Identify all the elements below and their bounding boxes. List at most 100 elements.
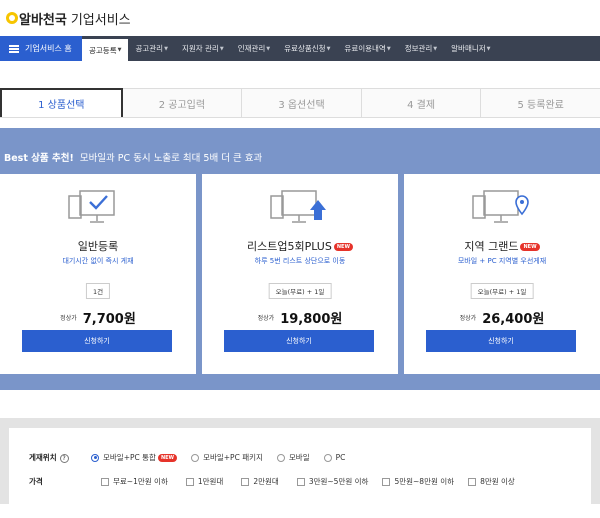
radio-selected-icon [91, 453, 99, 462]
nav-item-paid-apply[interactable]: 유료상품신청 ▼ [277, 36, 337, 61]
caret-down-icon: ▼ [117, 47, 122, 53]
brand-name: 알바천국 [19, 12, 67, 28]
position-option-mobile[interactable]: 모바일 [276, 452, 310, 463]
nav-item-info-manage[interactable]: 정보관리 ▼ [398, 36, 444, 61]
nav-item-alba-manager[interactable]: 알바매니저 ▼ [444, 36, 497, 61]
product-desc: 모바일 + PC 지역별 우선게재 [457, 257, 547, 265]
check-monitor-icon [68, 190, 115, 223]
logo-icon [6, 12, 18, 24]
position-row: 게재위치? 모바일+PC 통합 NEW 모바일+PC 패키지 모바일 PC [9, 452, 345, 463]
step-product-select[interactable]: 1 상품선택 [0, 88, 123, 117]
checkbox-icon [185, 477, 194, 486]
promo-headline: Best 상품 추천! 모바일과 PC 동시 노출로 최대 5배 더 큰 효과 [4, 150, 262, 164]
upload-monitor-icon [270, 190, 326, 223]
nav-label: 인재관리 [237, 44, 266, 53]
hamburger-icon [9, 44, 19, 53]
nav-label: 공고관리 [135, 44, 164, 53]
header: 알바천국 기업서비스 [0, 0, 600, 36]
price-value: 19,800원 [280, 312, 343, 327]
checkbox-icon [382, 477, 391, 486]
price-option-80k-plus[interactable]: 8만원 이상 [468, 476, 515, 487]
product-title: 지역 그랜드 NEW [404, 238, 600, 254]
nav-item-paid-history[interactable]: 유료이용내역 ▼ [337, 36, 397, 61]
product-price: 정상가 26,400원 [404, 307, 600, 327]
product-card-region: 지역 그랜드 NEW 모바일 + PC 지역별 우선게재 오늘(무료) + 1일 … [404, 174, 600, 374]
caret-down-icon: ▼ [486, 45, 491, 52]
caret-down-icon: ▼ [433, 45, 438, 52]
position-label: 게재위치? [9, 452, 73, 463]
nav-label: 정보관리 [404, 44, 433, 53]
checkbox-icon [241, 477, 250, 486]
price-option-30-50k[interactable]: 3만원~5만원 이하 [296, 476, 368, 487]
position-option-integrated[interactable]: 모바일+PC 통합 NEW [91, 452, 178, 463]
logo[interactable]: 알바천국 기업서비스 [6, 9, 131, 28]
period-select[interactable]: 오늘(무료) + 1일 [470, 283, 534, 299]
radio-icon [276, 453, 285, 462]
price-option-free-10k[interactable]: 무료~1만원 이하 [101, 476, 168, 487]
checkbox-icon [296, 477, 305, 486]
product-price: 정상가 7,700원 [0, 307, 196, 327]
filter-panel: 게재위치? 모바일+PC 통합 NEW 모바일+PC 패키지 모바일 PC 가격 … [9, 428, 591, 518]
nav-label: 유료이용내역 [344, 44, 386, 53]
checkbox-icon [101, 477, 109, 486]
apply-button[interactable]: 신청하기 [426, 330, 576, 352]
service-name: 기업서비스 [70, 12, 131, 28]
product-title: 일반등록 [77, 240, 119, 253]
nav-home-label: 기업서비스 홈 [25, 44, 72, 53]
step-option-select: 3 옵션선택 [242, 88, 362, 117]
position-option-package[interactable]: 모바일+PC 패키지 [191, 452, 263, 463]
apply-button[interactable]: 신청하기 [22, 330, 172, 352]
nav-item-applicants[interactable]: 지원자 관리 ▼ [175, 36, 231, 61]
filter-section: 게재위치? 모바일+PC 통합 NEW 모바일+PC 패키지 모바일 PC 가격 … [0, 418, 600, 518]
new-badge: NEW [520, 243, 540, 251]
radio-icon [191, 453, 200, 462]
price-option-10k[interactable]: 1만원대 [185, 476, 223, 487]
position-option-pc[interactable]: PC [323, 453, 345, 462]
nav-home-button[interactable]: 기업서비스 홈 [0, 36, 82, 61]
new-badge: NEW [157, 453, 178, 462]
period-select[interactable]: 오늘(무료) + 1일 [268, 283, 332, 299]
price-option-50-80k[interactable]: 5만원~8만원 이하 [382, 476, 454, 487]
price-value: 26,400원 [482, 312, 545, 327]
price-label: 정상가 [257, 315, 275, 322]
price-option-20k[interactable]: 2만원대 [241, 476, 279, 487]
help-icon[interactable]: ? [59, 454, 69, 463]
step-payment: 4 결제 [361, 88, 482, 117]
nav-label: 공고등록 [89, 45, 117, 55]
nav-label: 알바매니저 [451, 44, 486, 53]
best-product-panel: Best 상품 추천! 모바일과 PC 동시 노출로 최대 5배 더 큰 효과 … [0, 128, 600, 390]
caret-down-icon: ▼ [266, 45, 271, 52]
location-monitor-icon [472, 190, 529, 223]
price-label: 정상가 [459, 315, 477, 322]
apply-button[interactable]: 신청하기 [224, 330, 374, 352]
price-filter-label: 가격 [29, 477, 43, 486]
radio-icon [323, 453, 332, 462]
new-badge: NEW [333, 243, 353, 251]
product-title: 리스트업5회PLUS NEW [202, 238, 398, 254]
caret-down-icon: ▼ [219, 45, 224, 52]
promo-head-bold: Best 상품 추천! [4, 153, 74, 164]
product-price: 정상가 19,800원 [202, 307, 398, 327]
main-nav: 기업서비스 홈 공고등록 ▼ 공고관리 ▼ 지원자 관리 ▼ 인재관리 ▼ 유료상품신청… [0, 36, 600, 61]
nav-label: 유료상품신청 [284, 44, 326, 53]
step-complete: 5 등록완료 [481, 88, 600, 117]
product-card-listup: 리스트업5회PLUS NEW 하루 5번 리스트 상단으로 이동 오늘(무료) +… [202, 174, 398, 374]
step-post-input: 2 공고입력 [122, 88, 243, 117]
price-label: 정상가 [60, 315, 77, 322]
nav-item-job-post[interactable]: 공고등록 ▼ [82, 39, 129, 61]
price-value: 7,700원 [82, 312, 136, 327]
step-tabs: 1 상품선택 2 공고입력 3 옵션선택 4 결제 5 등록완료 [0, 88, 600, 118]
promo-head-text: 모바일과 PC 동시 노출로 최대 5배 더 큰 효과 [79, 153, 263, 164]
period-select[interactable]: 1건 [85, 283, 111, 299]
product-card-basic: 일반등록 대기시간 없이 즉시 게재 1건 정상가 7,700원 신청하기 [0, 174, 196, 374]
nav-item-talent[interactable]: 인재관리 ▼ [231, 36, 277, 61]
nav-label: 지원자 관리 [181, 44, 219, 53]
caret-down-icon: ▼ [164, 45, 168, 52]
caret-down-icon: ▼ [386, 45, 391, 52]
caret-down-icon: ▼ [326, 45, 331, 52]
product-desc: 하루 5번 리스트 상단으로 이동 [254, 257, 346, 265]
price-row: 가격 무료~1만원 이하 1만원대 2만원대 3만원~5만원 이하 5만원~8만… [9, 476, 515, 487]
checkbox-icon [468, 477, 477, 486]
product-desc: 대기시간 없이 즉시 게재 [62, 257, 134, 265]
nav-item-job-manage[interactable]: 공고관리 ▼ [128, 36, 174, 61]
